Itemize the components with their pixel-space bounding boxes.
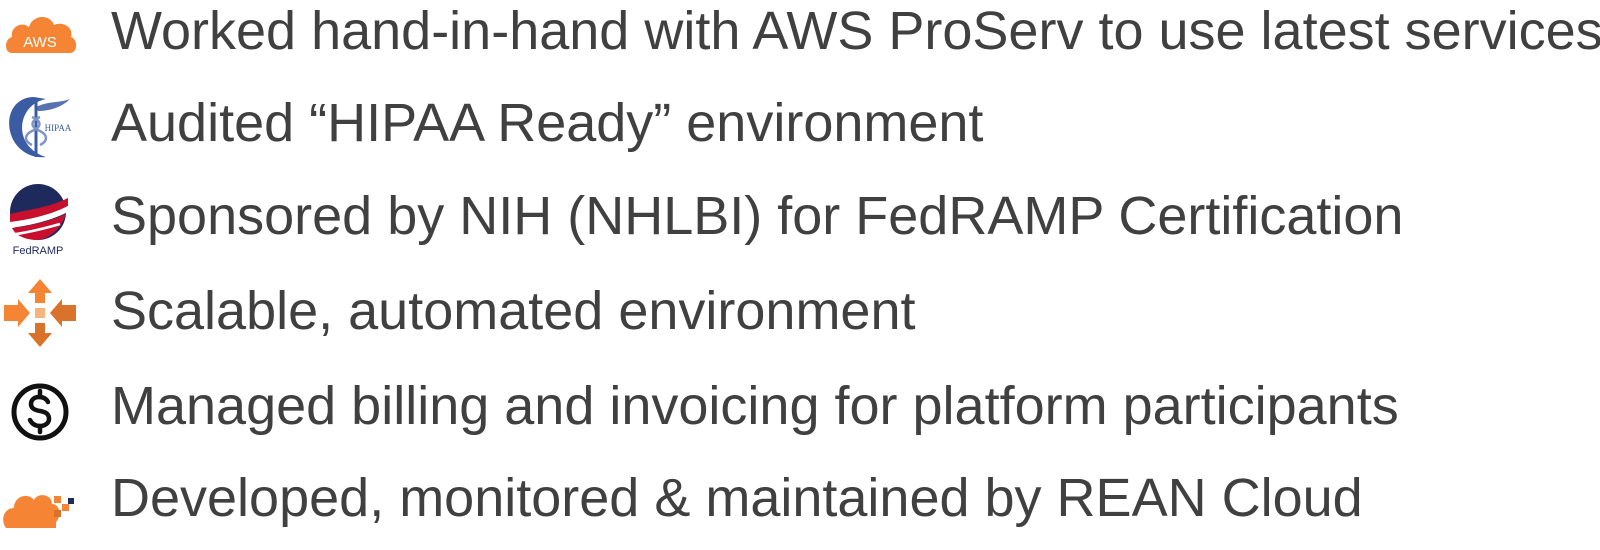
bullet-text: Developed, monitored & maintained by REA… bbox=[111, 468, 1363, 528]
feature-list: AWS Worked hand-in-hand with AWS ProServ… bbox=[0, 0, 1600, 538]
bullet-text: Managed billing and invoicing for platfo… bbox=[111, 376, 1399, 436]
list-item: AWS Worked hand-in-hand with AWS ProServ… bbox=[0, 0, 1600, 83]
list-item: HIPAA Audited “HIPAA Ready” environment bbox=[0, 83, 1600, 175]
rean-cloud-icon bbox=[2, 462, 78, 538]
fedramp-icon: FedRAMP bbox=[2, 180, 78, 256]
list-item: Managed billing and invoicing for platfo… bbox=[0, 366, 1600, 458]
bullet-text: Sponsored by NIH (NHLBI) for FedRAMP Cer… bbox=[111, 186, 1404, 246]
list-item: FedRAMP Sponsored by NIH (NHLBI) for Fed… bbox=[0, 176, 1600, 268]
list-item: Developed, monitored & maintained by REA… bbox=[0, 458, 1600, 550]
bullet-text: Worked hand-in-hand with AWS ProServ to … bbox=[111, 1, 1600, 61]
dollar-circle-icon bbox=[2, 370, 78, 446]
aws-cloud-icon: AWS bbox=[2, 0, 78, 71]
bullet-text: Scalable, automated environment bbox=[111, 281, 916, 341]
list-item: Scalable, automated environment bbox=[0, 271, 1600, 363]
hipaa-caduceus-icon: HIPAA bbox=[2, 87, 78, 163]
bullet-text: Audited “HIPAA Ready” environment bbox=[111, 93, 984, 153]
svg-text:AWS: AWS bbox=[23, 34, 57, 51]
scaling-arrows-icon bbox=[2, 275, 78, 351]
svg-text:HIPAA: HIPAA bbox=[45, 123, 72, 133]
svg-text:FedRAMP: FedRAMP bbox=[13, 245, 64, 256]
